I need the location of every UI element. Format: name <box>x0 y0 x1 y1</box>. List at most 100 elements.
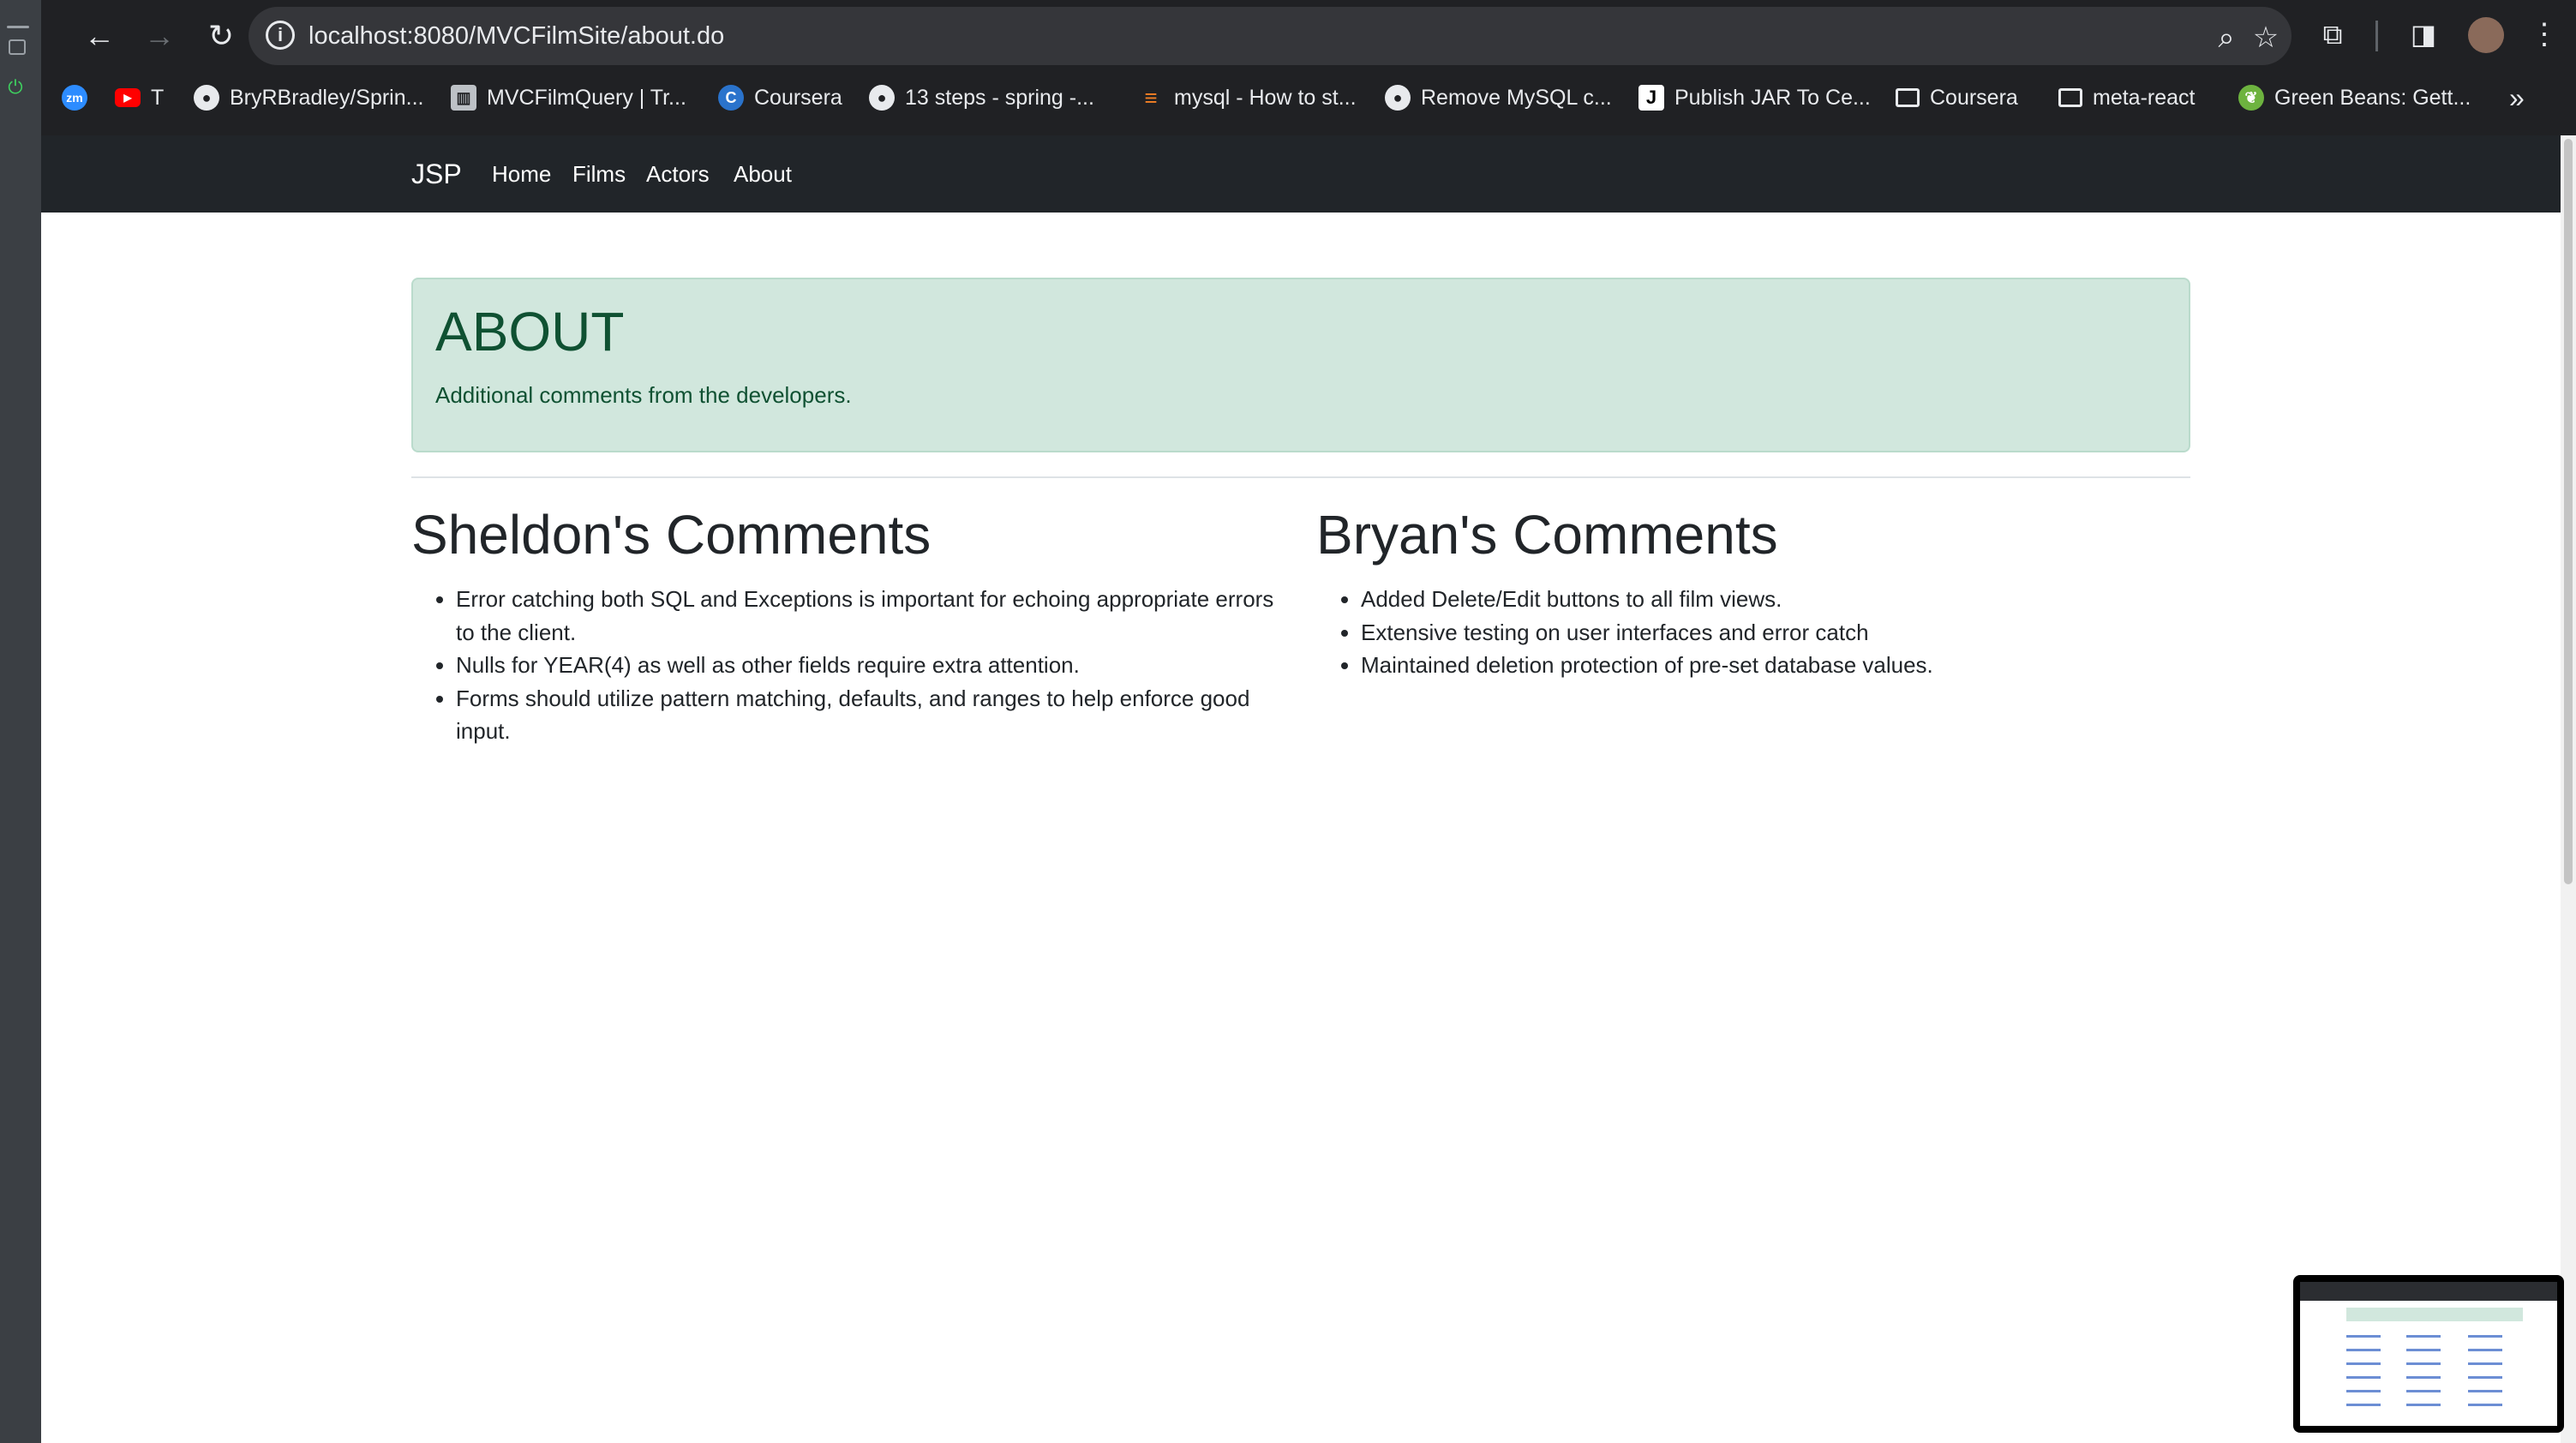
github-icon: ● <box>194 85 219 111</box>
thumbnail-line <box>2468 1362 2502 1365</box>
window-preview-thumbnail[interactable] <box>2293 1275 2564 1433</box>
list-item: Added Delete/Edit buttons to all film vi… <box>1361 583 2190 616</box>
window-icon <box>9 39 26 55</box>
thumbnail-header <box>2346 1308 2523 1321</box>
thumbnail-chrome <box>2300 1282 2557 1301</box>
os-side-strip: ⏻ <box>0 0 41 1443</box>
nav-link-actors[interactable]: Actors <box>646 135 710 213</box>
bookmark-item[interactable]: Coursera <box>1896 77 2018 118</box>
sheldon-comments-section: Sheldon's Comments Error catching both S… <box>411 502 1285 748</box>
bookmark-item[interactable]: ❦ Green Beans: Gett... <box>2238 77 2471 118</box>
folder-icon <box>2058 88 2082 107</box>
bookmark-label: 13 steps - spring -... <box>905 85 1094 110</box>
bryan-heading: Bryan's Comments <box>1316 504 1778 566</box>
youtube-icon: ▶ <box>115 88 141 107</box>
page-scrollbar[interactable] <box>2561 135 2576 1443</box>
dots-icon <box>7 26 29 28</box>
bookmark-label: BryRBradley/Sprin... <box>230 85 424 110</box>
bookmark-item[interactable]: ● 13 steps - spring -... <box>869 77 1094 118</box>
list-item: Maintained deletion protection of pre-se… <box>1361 649 2190 682</box>
bookmark-item[interactable]: ▶ T <box>115 77 164 118</box>
forward-arrow-icon[interactable]: → <box>139 17 180 55</box>
stackoverflow-icon: ≡ <box>1144 84 1158 111</box>
extensions-icon[interactable]: ⧉ <box>2314 15 2351 53</box>
bookmark-item[interactable]: ● Remove MySQL c... <box>1385 77 1612 118</box>
bookmark-item[interactable]: meta-react <box>2058 77 2195 118</box>
nav-link-home[interactable]: Home <box>492 135 551 213</box>
thumbnail-line <box>2406 1362 2441 1365</box>
thumbnail-line <box>2346 1390 2381 1392</box>
bookmark-label: Coursera <box>754 85 842 110</box>
thumbnail-line <box>2468 1349 2502 1351</box>
bookmarks-bar: zm ▶ T ● BryRBradley/Sprin... ▥ MVCFilmQuery |… <box>41 77 2576 118</box>
list-item: Forms should utilize pattern matching, d… <box>456 682 1285 748</box>
thumbnail-line <box>2468 1376 2502 1379</box>
site-info-icon[interactable]: i <box>266 21 295 50</box>
bookmark-item[interactable]: zm <box>62 77 98 118</box>
thumbnail-line <box>2346 1335 2381 1338</box>
bryan-comments-section: Bryan's Comments Added Delete/Edit butto… <box>1316 502 2190 682</box>
about-banner: ABOUT Additional comments from the devel… <box>411 278 2190 452</box>
web-page: JSP Home Films Actors About ABOUT Additi… <box>41 135 2561 1443</box>
url-text[interactable]: localhost:8080/MVCFilmSite/about.do <box>309 7 724 65</box>
address-bar[interactable]: i localhost:8080/MVCFilmSite/about.do ⌕ … <box>249 7 2291 65</box>
divider <box>411 476 2190 478</box>
bryan-comment-list: Added Delete/Edit buttons to all film vi… <box>1316 583 2190 682</box>
bookmark-item[interactable]: ● BryRBradley/Sprin... <box>194 77 423 118</box>
bookmark-item[interactable]: C Coursera <box>718 77 842 118</box>
coursera-icon: C <box>718 85 744 111</box>
thumbnail-line <box>2346 1349 2381 1351</box>
bookmark-label: Green Beans: Gett... <box>2274 85 2471 110</box>
bookmark-label: Publish JAR To Ce... <box>1674 85 1871 110</box>
github-icon: ● <box>1385 85 1411 111</box>
back-arrow-icon[interactable]: ← <box>79 17 120 55</box>
bookmarks-overflow-icon[interactable]: » <box>2509 77 2525 118</box>
reload-icon[interactable]: ↻ <box>201 17 242 55</box>
thumbnail-line <box>2406 1390 2441 1392</box>
board-icon: ▥ <box>451 85 476 111</box>
zoom-magnifier-icon[interactable]: ⌕ <box>2209 21 2244 55</box>
thumbnail-line <box>2468 1335 2502 1338</box>
thumbnail-line <box>2406 1335 2441 1338</box>
spring-icon: ❦ <box>2238 85 2264 111</box>
bookmark-label: mysql - How to st... <box>1174 85 1357 110</box>
power-icon: ⏻ <box>8 76 23 98</box>
site-navbar: JSP Home Films Actors About <box>41 135 2561 213</box>
bookmark-label: MVCFilmQuery | Tr... <box>487 85 686 110</box>
thumbnail-line <box>2346 1362 2381 1365</box>
sheldon-heading: Sheldon's Comments <box>411 504 932 566</box>
folder-icon <box>1896 88 1920 107</box>
scrollbar-thumb[interactable] <box>2564 139 2573 884</box>
thumbnail-line <box>2406 1349 2441 1351</box>
bookmark-label: meta-react <box>2093 85 2196 110</box>
list-item: Nulls for YEAR(4) as well as other field… <box>456 649 1285 682</box>
zoom-icon: zm <box>62 85 87 111</box>
toolbar-divider <box>2375 21 2378 51</box>
bookmark-item[interactable]: J Publish JAR To Ce... <box>1638 77 1871 118</box>
side-panel-icon[interactable]: ◨ <box>2405 15 2442 53</box>
browser-chrome: ← → ↻ i localhost:8080/MVCFilmSite/about… <box>41 0 2576 135</box>
page-title: ABOUT <box>435 301 625 362</box>
navbar-brand[interactable]: JSP <box>411 135 462 213</box>
bookmark-label: T <box>151 85 165 110</box>
menu-kebab-icon[interactable]: ⋮ <box>2530 15 2559 53</box>
bookmark-label: Remove MySQL c... <box>1421 85 1612 110</box>
bookmark-item[interactable]: ≡ mysql - How to st... <box>1138 77 1357 118</box>
j-icon: J <box>1638 85 1664 111</box>
sheldon-comment-list: Error catching both SQL and Exceptions i… <box>411 583 1285 748</box>
thumbnail-line <box>2468 1390 2502 1392</box>
thumbnail-line <box>2346 1404 2381 1406</box>
github-icon: ● <box>869 85 895 111</box>
thumbnail-line <box>2468 1404 2502 1406</box>
nav-link-about[interactable]: About <box>734 135 792 213</box>
thumbnail-content <box>2300 1282 2557 1426</box>
list-item: Error catching both SQL and Exceptions i… <box>456 583 1285 649</box>
nav-link-films[interactable]: Films <box>572 135 626 213</box>
bookmark-item[interactable]: ▥ MVCFilmQuery | Tr... <box>451 77 686 118</box>
star-bookmark-icon[interactable]: ☆ <box>2249 21 2283 55</box>
page-subtitle: Additional comments from the developers. <box>435 382 852 408</box>
thumbnail-line <box>2346 1376 2381 1379</box>
profile-avatar[interactable] <box>2468 17 2504 53</box>
bookmark-label: Coursera <box>1930 85 2018 110</box>
thumbnail-line <box>2406 1404 2441 1406</box>
